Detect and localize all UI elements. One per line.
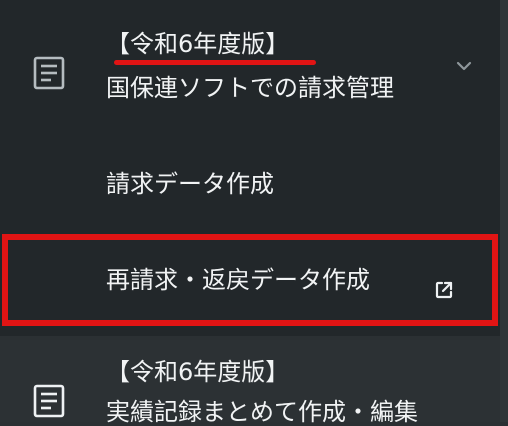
external-link-icon — [432, 278, 456, 302]
menu-item-label: 請求データ作成 — [106, 170, 274, 198]
highlight-underline — [114, 60, 316, 65]
menu-item-year-label: 【令和6年度版】 — [106, 30, 290, 58]
menu-item-rebill-return-data[interactable]: 再請求・返戻データ作成 — [2, 234, 498, 326]
menu-item-claim-management[interactable]: 【令和6年度版】 国保連ソフトでの請求管理 — [0, 0, 500, 130]
document-icon — [31, 54, 67, 92]
menu-item-label: 国保連ソフトでの請求管理 — [106, 74, 394, 102]
menu-item-create-claim-data[interactable]: 請求データ作成 — [0, 148, 500, 224]
menu-item-performance-records[interactable]: 【令和6年度版】 実績記録まとめて作成・編集 — [0, 340, 500, 426]
document-icon — [31, 382, 67, 420]
menu-item-label: 再請求・返戻データ作成 — [106, 266, 370, 294]
chevron-down-icon[interactable] — [454, 56, 474, 76]
menu-item-year-label: 【令和6年度版】 — [106, 358, 290, 386]
scrollbar-track[interactable] — [500, 0, 508, 422]
